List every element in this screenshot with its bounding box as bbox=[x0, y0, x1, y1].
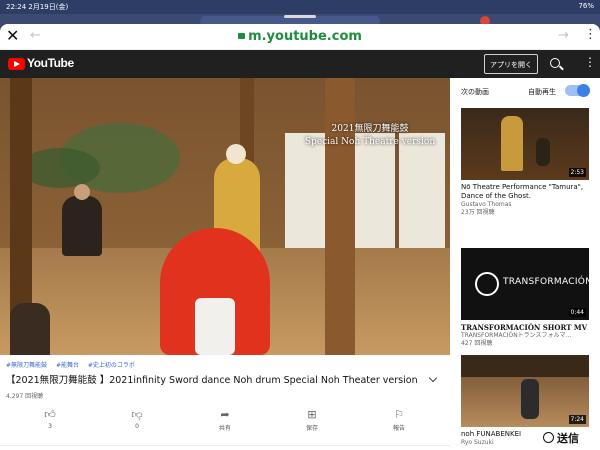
suggested-video-card[interactable]: TRANSFORMACIÓN 0:44 TRANSFORMACIÓN SHORT… bbox=[461, 248, 589, 348]
suggested-video-title[interactable]: TRANSFORMACIÓN SHORT MV bbox=[461, 323, 589, 332]
status-bar: 22:24 2月19日(金) 76% bbox=[0, 0, 600, 14]
browser-menu-icon[interactable]: ⋮ bbox=[584, 27, 597, 42]
report-button[interactable]: ⚐ 報告 bbox=[374, 407, 424, 432]
hashtag-link[interactable]: #能舞台 bbox=[56, 362, 79, 369]
brand-logo-icon bbox=[475, 272, 499, 296]
status-time: 22:24 2月19日(金) bbox=[6, 3, 69, 11]
video-title[interactable]: 【2021無限刀舞能鼓 】2021infinity Sword dance No… bbox=[6, 372, 426, 386]
url-text: m.youtube.com bbox=[248, 29, 362, 44]
video-duration: 0:44 bbox=[568, 308, 586, 317]
video-scene-red-costume-performer bbox=[160, 228, 270, 355]
video-thumbnail[interactable]: 7:24 bbox=[461, 355, 589, 427]
up-next-heading: 次の動画 bbox=[461, 88, 489, 96]
share-arrow-icon: ➦ bbox=[220, 408, 230, 421]
autoplay-label: 自動再生 bbox=[528, 88, 556, 96]
video-info-panel: #無限刀舞能鼓 #能舞台 #史上初のコラボ 【2021無限刀舞能鼓 】2021i… bbox=[0, 355, 450, 450]
video-player[interactable]: 2021無限刀舞能鼓 Special Noh Theatre version bbox=[0, 78, 450, 355]
suggested-video-views: 23万 回視聴 bbox=[461, 209, 495, 216]
suggested-video-views: 427 回視聴 bbox=[461, 340, 493, 347]
channel-name[interactable]: TRANSFORMACIÓNトランスフォルマ... bbox=[461, 332, 589, 340]
hashtag-link[interactable]: #無限刀舞能鼓 bbox=[6, 362, 47, 369]
youtube-logo-icon[interactable] bbox=[8, 58, 25, 70]
video-actions-bar: 👍︎ 3 👎︎ 0 ➦ 共有 ⊞ 保存 ⚐ 報告 bbox=[0, 407, 450, 437]
add-to-playlist-icon: ⊞ bbox=[307, 408, 317, 421]
forward-arrow-icon[interactable]: → bbox=[558, 28, 569, 43]
video-thumbnail[interactable]: TRANSFORMACIÓN 0:44 bbox=[461, 248, 589, 320]
share-label: 共有 bbox=[218, 425, 231, 432]
open-app-button[interactable]: アプリを開く bbox=[484, 54, 538, 74]
in-app-browser-sheet: ✕ ← m.youtube.com → ⋮ YouTube アプリを開く ⋮ 2… bbox=[0, 24, 600, 450]
video-overlay-subtitle: Special Noh Theatre version bbox=[304, 137, 436, 147]
suggested-video-title[interactable]: Nō Theatre Performance "Tamura", Dance o… bbox=[461, 183, 589, 201]
url-display[interactable]: m.youtube.com bbox=[0, 29, 600, 44]
video-scene-pine-painting-lower bbox=[20, 148, 100, 188]
save-button[interactable]: ⊞ 保存 bbox=[287, 407, 337, 432]
flag-icon: ⚐ bbox=[394, 408, 404, 421]
thumbs-down-icon: 👎︎ bbox=[131, 408, 143, 421]
video-overlay-caption: 2021無限刀舞能鼓 Special Noh Theatre version bbox=[290, 123, 450, 149]
channel-name[interactable]: Gustavo Thomas bbox=[461, 201, 589, 209]
more-options-icon[interactable]: ⋮ bbox=[584, 55, 596, 69]
video-duration: 2:53 bbox=[568, 168, 586, 177]
like-button[interactable]: 👍︎ 3 bbox=[25, 407, 75, 430]
sheet-grabber-handle[interactable] bbox=[284, 15, 316, 18]
send-label: 送信 bbox=[557, 432, 579, 445]
search-icon[interactable] bbox=[550, 58, 560, 68]
battery-level: 76% bbox=[578, 2, 594, 10]
browser-toolbar: ✕ ← m.youtube.com → ⋮ bbox=[0, 24, 600, 50]
thumbnail-performer-figure bbox=[501, 116, 523, 171]
send-button[interactable]: 送信 bbox=[543, 430, 579, 446]
youtube-header: YouTube アプリを開く ⋮ bbox=[0, 50, 600, 78]
thumbnail-text: TRANSFORMACIÓN bbox=[503, 277, 589, 287]
thumbnail-stage-roof bbox=[461, 355, 589, 377]
video-scene-window bbox=[285, 133, 445, 248]
messenger-icon bbox=[543, 432, 554, 443]
divider bbox=[0, 445, 450, 446]
dislike-button[interactable]: 👎︎ 0 bbox=[112, 407, 162, 430]
hashtag-link[interactable]: #史上初のコラボ bbox=[88, 362, 135, 369]
chevron-down-icon[interactable] bbox=[428, 373, 438, 383]
save-label: 保存 bbox=[305, 425, 318, 432]
share-button[interactable]: ➦ 共有 bbox=[200, 407, 250, 432]
hashtag-list: #無限刀舞能鼓 #能舞台 #史上初のコラボ bbox=[6, 360, 142, 369]
up-next-sidebar: 次の動画 自動再生 2:53 Nō Theatre Performance "T… bbox=[450, 78, 600, 450]
video-duration: 7:24 bbox=[568, 415, 586, 424]
video-scene-musician bbox=[62, 184, 102, 256]
view-count: 4,297 回視聴 bbox=[6, 393, 44, 400]
dislike-count: 0 bbox=[135, 423, 139, 430]
report-label: 報告 bbox=[392, 425, 405, 432]
thumbnail-performer-figure bbox=[521, 379, 539, 419]
thumbs-up-icon: 👍︎ bbox=[44, 408, 56, 421]
autoplay-toggle[interactable] bbox=[565, 84, 590, 97]
suggested-video-card[interactable]: 2:53 Nō Theatre Performance "Tamura", Da… bbox=[461, 108, 589, 217]
video-thumbnail[interactable]: 2:53 bbox=[461, 108, 589, 180]
youtube-logo-text[interactable]: YouTube bbox=[27, 56, 74, 70]
lock-icon bbox=[238, 33, 246, 39]
video-scene-musician-front bbox=[10, 303, 50, 355]
like-count: 3 bbox=[48, 423, 52, 430]
video-overlay-title: 2021無限刀舞能鼓 bbox=[331, 124, 409, 134]
video-scene-pillar-right bbox=[325, 78, 355, 355]
thumbnail-musician-figure bbox=[536, 138, 550, 166]
